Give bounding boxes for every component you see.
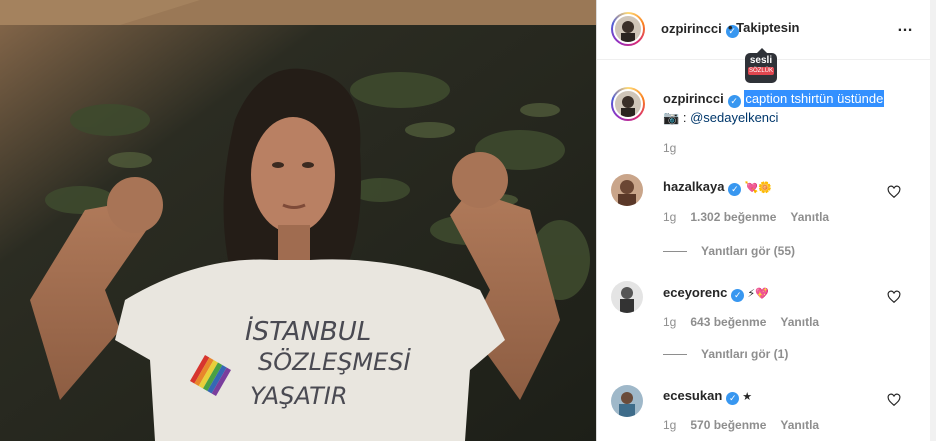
comment-avatar[interactable]: [611, 174, 643, 206]
comment-username[interactable]: eceyorenc: [663, 285, 727, 300]
reply-button[interactable]: Yanıtla: [780, 315, 819, 329]
more-options-icon[interactable]: …: [897, 18, 914, 36]
comment-meta: 1g 643 beğenme Yanıtla: [663, 315, 833, 329]
caption-username[interactable]: ozpirincci: [663, 91, 724, 106]
caption-avatar[interactable]: [611, 87, 645, 121]
author-avatar[interactable]: [611, 12, 645, 46]
comment-text: ⚡💖: [747, 288, 769, 300]
view-replies-label[interactable]: Yanıtları gör (1): [701, 347, 788, 361]
view-replies-button[interactable]: Yanıtları gör (1): [663, 347, 788, 361]
comment-author: eceyorenc ✓ ⚡💖: [663, 285, 769, 302]
photo-credit: 📷 : @sedayelkenci: [663, 110, 778, 126]
like-heart-icon[interactable]: [887, 290, 901, 304]
like-heart-icon[interactable]: [887, 185, 901, 199]
scrollbar[interactable]: [930, 0, 936, 441]
divider-line: [663, 354, 687, 356]
divider-line: [663, 251, 687, 253]
credit-separator: :: [682, 110, 687, 125]
comment-avatar[interactable]: [611, 385, 643, 417]
comment-meta: 1g 570 beğenme Yanıtla: [663, 418, 833, 432]
camera-icon: 📷: [663, 110, 680, 125]
tooltip-title: sesli: [749, 55, 773, 66]
shirt-text-line-2: SÖZLEŞMESİ: [258, 347, 411, 376]
comment-likes[interactable]: 643 beğenme: [690, 315, 766, 329]
tooltip-subtitle: SÖZLÜK: [748, 67, 774, 75]
verified-badge-icon: ✓: [727, 95, 741, 108]
caption-text-selected: caption tshirtün üstünde: [744, 90, 885, 107]
like-heart-icon[interactable]: [887, 393, 901, 407]
shirt-text-line-1: İSTANBUL: [245, 315, 371, 347]
dictionary-tooltip[interactable]: sesli SÖZLÜK: [745, 48, 777, 83]
comment-time[interactable]: 1g: [663, 210, 676, 224]
comment-author: ecesukan ✓ ★: [663, 388, 752, 405]
caption-line: ozpirincci ✓ caption tshirtün üstünde: [663, 90, 885, 108]
post-photo: İSTANBUL SÖZLEŞMESİ YAŞATIR: [0, 0, 597, 441]
comment-text: ★: [742, 391, 753, 403]
comment-avatar[interactable]: [611, 281, 643, 313]
post-photo-image: İSTANBUL SÖZLEŞMESİ YAŞATIR: [0, 0, 596, 441]
view-replies-button[interactable]: Yanıtları gör (55): [663, 244, 795, 258]
comment-meta: 1g 1.302 beğenme Yanıtla: [663, 210, 843, 224]
view-replies-label[interactable]: Yanıtları gör (55): [701, 244, 795, 258]
comment-username[interactable]: ecesukan: [663, 388, 722, 403]
comment-author: hazalkaya ✓ 💘🌼: [663, 179, 772, 196]
shirt-text-line-3: YAŞATIR: [250, 382, 348, 410]
post-details-panel: ozpirincci ✓ • Takiptesin … sesli SÖZLÜK …: [597, 0, 936, 441]
verified-badge-icon: ✓: [726, 392, 740, 405]
comment-time[interactable]: 1g: [663, 315, 676, 329]
credit-mention-link[interactable]: @sedayelkenci: [690, 110, 778, 125]
reply-button[interactable]: Yanıtla: [790, 210, 829, 224]
reply-button[interactable]: Yanıtla: [780, 418, 819, 432]
comment-text: 💘🌼: [744, 182, 772, 194]
caption-time[interactable]: 1g: [663, 141, 676, 155]
comment-likes[interactable]: 1.302 beğenme: [690, 210, 776, 224]
verified-badge-icon: ✓: [728, 183, 742, 196]
comment-likes[interactable]: 570 beğenme: [690, 418, 766, 432]
follow-status[interactable]: • Takiptesin: [728, 20, 800, 35]
author-username-text[interactable]: ozpirincci: [661, 21, 722, 36]
comment-username[interactable]: hazalkaya: [663, 179, 724, 194]
verified-badge-icon: ✓: [731, 289, 745, 302]
comment-time[interactable]: 1g: [663, 418, 676, 432]
